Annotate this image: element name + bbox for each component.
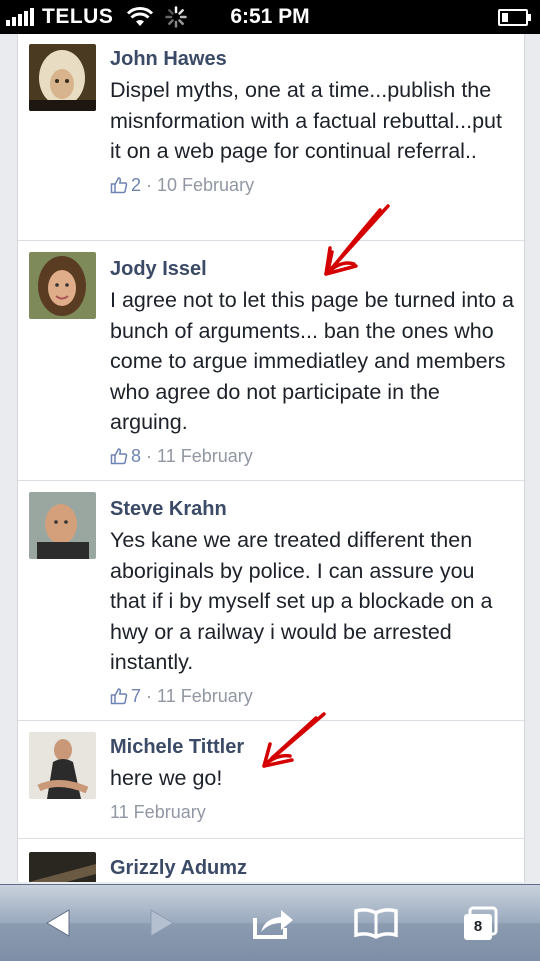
comment-meta: 2 · 10 February xyxy=(110,173,514,197)
meta-separator: · xyxy=(146,445,153,466)
annotation-arrow xyxy=(262,712,326,768)
forward-button[interactable] xyxy=(140,903,184,943)
like-icon[interactable] xyxy=(110,176,128,194)
comment-item: Grizzly Adumz xyxy=(18,838,524,882)
comment-text: Dispel myths, one at a time...publish th… xyxy=(110,78,502,163)
comment-date[interactable]: 10 February xyxy=(157,173,254,197)
avatar[interactable] xyxy=(29,44,96,111)
comment-item: Jody Issel I agree not to let this page … xyxy=(18,240,524,481)
comment-author[interactable]: Grizzly Adumz xyxy=(110,856,514,880)
like-count[interactable]: 8 xyxy=(131,444,141,468)
forward-icon xyxy=(150,909,174,937)
comment-date[interactable]: 11 February xyxy=(110,800,206,824)
like-icon[interactable] xyxy=(110,447,128,465)
comment-meta: 7 · 11 February xyxy=(110,684,514,708)
comment-item: John Hawes Dispel myths, one at a time..… xyxy=(18,34,524,241)
comments-feed: John Hawes Dispel myths, one at a time..… xyxy=(17,34,525,882)
comment-author[interactable]: John Hawes xyxy=(110,47,514,71)
browser-toolbar: 8 xyxy=(0,884,540,961)
comment-meta: 8 · 11 February xyxy=(110,444,514,468)
like-icon[interactable] xyxy=(110,687,128,705)
comment-date[interactable]: 11 February xyxy=(157,444,253,468)
avatar[interactable] xyxy=(29,492,96,559)
comment-author[interactable]: Steve Krahn xyxy=(110,497,514,521)
share-icon xyxy=(253,910,293,939)
bookmarks-button[interactable] xyxy=(350,903,402,943)
comment-text: I agree not to let this page be turned i… xyxy=(110,288,515,434)
meta-separator: · xyxy=(146,685,153,706)
back-icon xyxy=(46,909,70,937)
like-count[interactable]: 2 xyxy=(131,173,141,197)
avatar[interactable] xyxy=(29,852,96,882)
status-time: 6:51 PM xyxy=(230,5,310,28)
annotation-arrow xyxy=(324,204,390,276)
comment-meta: 11 February xyxy=(110,800,514,824)
tabs-count: 8 xyxy=(473,918,483,935)
bookmarks-icon xyxy=(354,908,398,939)
comment-item: Steve Krahn Yes kane we are treated diff… xyxy=(18,480,524,721)
back-button[interactable] xyxy=(36,903,80,943)
comment-date[interactable]: 11 February xyxy=(157,684,253,708)
meta-separator: · xyxy=(146,174,153,195)
tabs-button[interactable]: 8 xyxy=(458,903,504,943)
comment-text: Yes kane we are treated different then a… xyxy=(110,528,493,674)
battery-icon xyxy=(498,9,531,26)
like-count[interactable]: 7 xyxy=(131,684,141,708)
share-button[interactable] xyxy=(248,903,298,943)
avatar[interactable] xyxy=(29,252,96,319)
avatar[interactable] xyxy=(29,732,96,799)
status-bar: TELUS 6:51 PM xyxy=(0,0,540,34)
comment-author[interactable]: Jody Issel xyxy=(110,257,514,281)
